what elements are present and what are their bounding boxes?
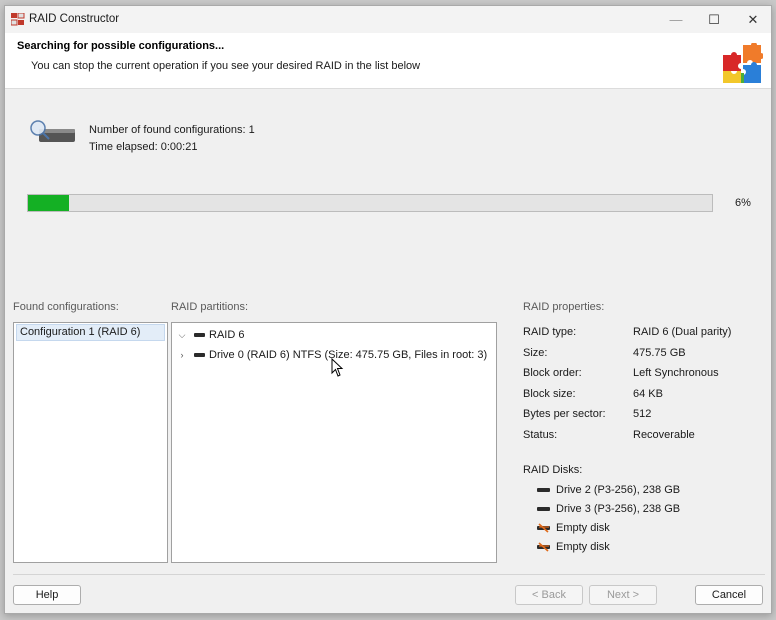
tree-node-label: Drive 0 (RAID 6) NTFS (Size: 475.75 GB, …: [209, 349, 488, 361]
raid-disk-label: Empty disk: [556, 522, 610, 534]
close-button[interactable]: ✕: [734, 6, 771, 33]
progress-bar: [27, 194, 713, 212]
raid-properties-label: RAID properties:: [523, 301, 605, 313]
raid-disk-label: Drive 2 (P3-256), 238 GB: [556, 484, 681, 496]
prop-value-raid-type: RAID 6 (Dual parity): [633, 326, 732, 338]
back-button[interactable]: < Back: [515, 585, 583, 605]
empty-disk-icon: [537, 542, 550, 552]
title-bar: RAID Constructor — ☐ ✕: [5, 6, 771, 33]
prop-value-bytes-per-sector: 512: [633, 408, 652, 420]
next-button[interactable]: Next >: [589, 585, 657, 605]
tree-node-label: RAID 6: [209, 329, 245, 341]
prop-key-block-size: Block size:: [523, 388, 576, 400]
list-item[interactable]: Configuration 1 (RAID 6): [16, 324, 165, 341]
empty-disk-icon: [537, 523, 550, 533]
prop-value-status: Recoverable: [633, 429, 695, 441]
tree-node-raid[interactable]: ⌵ RAID 6: [176, 327, 245, 343]
raid-disk-item[interactable]: Drive 2 (P3-256), 238 GB: [537, 483, 680, 497]
header-title: Searching for possible configurations...: [17, 40, 225, 52]
mouse-pointer-icon: [331, 358, 344, 377]
prop-key-raid-type: RAID type:: [523, 326, 577, 338]
found-configurations-label: Found configurations:: [13, 301, 119, 313]
found-configurations-list[interactable]: Configuration 1 (RAID 6): [13, 322, 168, 563]
found-count-text: Number of found configurations: 1: [89, 124, 255, 136]
prop-value-size: 475.75 GB: [633, 347, 686, 359]
footer-divider: [13, 574, 765, 575]
window-title: RAID Constructor: [29, 13, 120, 25]
cancel-button[interactable]: Cancel: [695, 585, 763, 605]
prop-key-block-order: Block order:: [523, 367, 582, 379]
progress-fill: [28, 195, 70, 211]
drive-icon: [537, 507, 550, 511]
raid-disks-label: RAID Disks:: [523, 464, 583, 476]
raid-disk-item[interactable]: Empty disk: [537, 540, 610, 554]
app-icon: [11, 13, 25, 26]
drive-icon: [194, 353, 205, 357]
chevron-right-icon[interactable]: ›: [176, 350, 188, 360]
raid-disk-label: Empty disk: [556, 541, 610, 553]
chevron-down-icon[interactable]: ⌵: [176, 330, 188, 341]
raid-disk-item[interactable]: Empty disk: [537, 521, 610, 535]
drive-icon: [194, 333, 205, 337]
prop-key-status: Status:: [523, 429, 558, 441]
raid-constructor-window: RAID Constructor — ☐ ✕ Searching for pos…: [4, 5, 772, 614]
raid-disk-label: Drive 3 (P3-256), 238 GB: [556, 503, 681, 515]
raid-partitions-label: RAID partitions:: [171, 301, 249, 313]
elapsed-time-text: Time elapsed: 0:00:21: [89, 141, 198, 153]
maximize-button[interactable]: ☐: [695, 6, 733, 33]
header-subtitle: You can stop the current operation if yo…: [31, 60, 421, 72]
drive-icon: [537, 488, 550, 492]
help-button[interactable]: Help: [13, 585, 81, 605]
minimize-button[interactable]: —: [657, 6, 695, 33]
prop-value-block-size: 64 KB: [633, 388, 663, 400]
prop-key-size: Size:: [523, 347, 548, 359]
raid-disk-item[interactable]: Drive 3 (P3-256), 238 GB: [537, 502, 680, 516]
puzzle-icon: [723, 43, 763, 83]
wizard-header: Searching for possible configurations...…: [5, 33, 771, 89]
prop-key-bytes-per-sector: Bytes per sector:: [523, 408, 606, 420]
prop-value-block-order: Left Synchronous: [633, 367, 719, 379]
search-disk-icon: [30, 120, 75, 142]
progress-percent: 6%: [735, 197, 751, 209]
